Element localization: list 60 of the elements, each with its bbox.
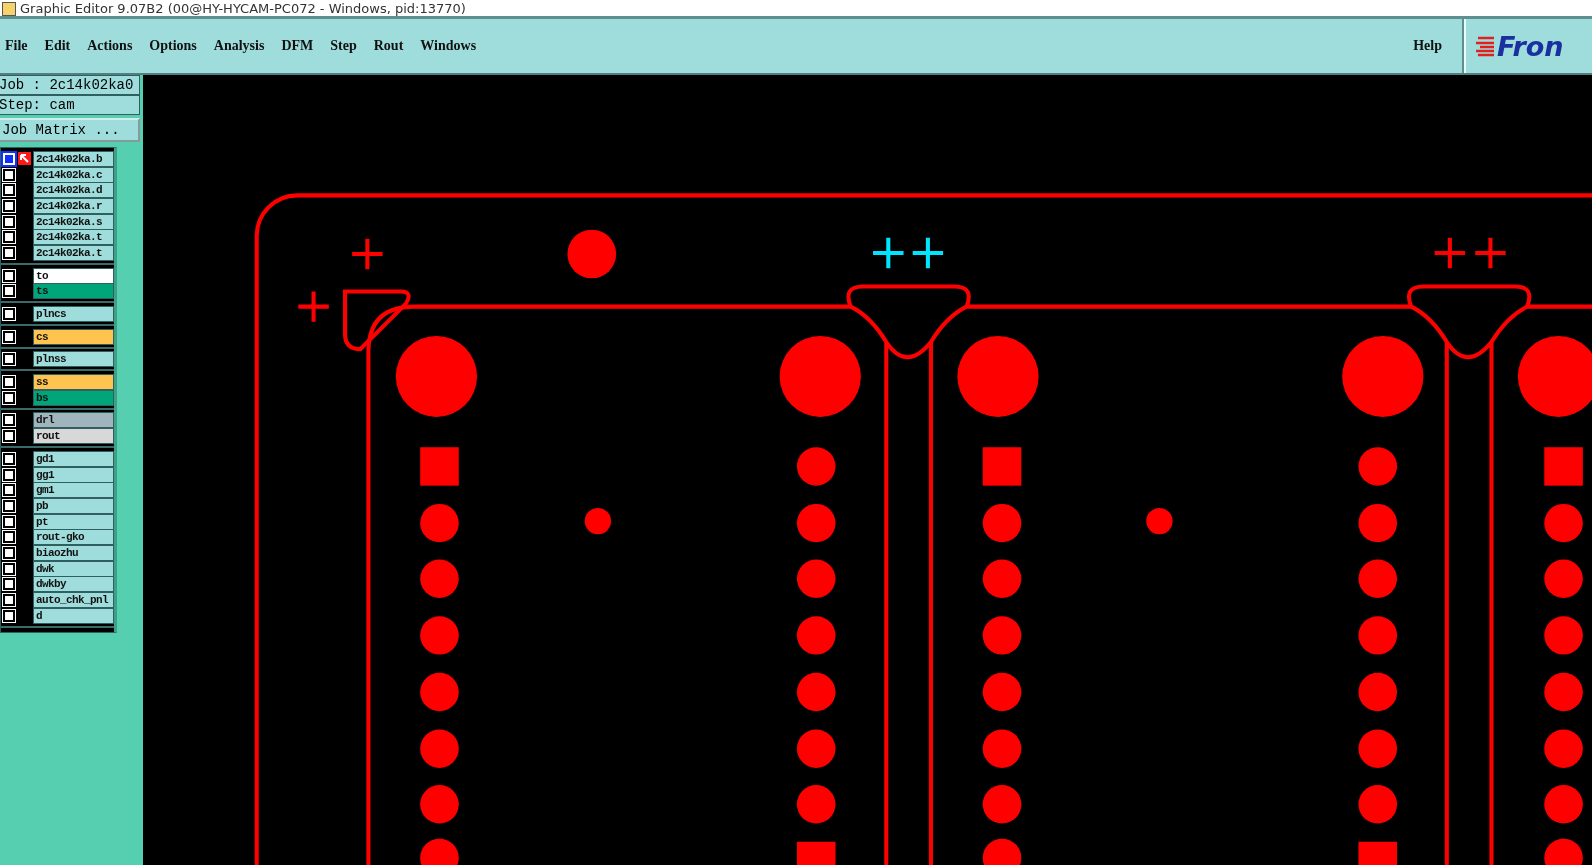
checkbox[interactable]: [3, 269, 15, 282]
menu-item[interactable]: Actions: [86, 36, 149, 56]
window-title: Graphic Editor 9.07B2 (00@HY-HYCAM-PC072 - Windows, pid:13770): [20, 2, 466, 16]
menu-item[interactable]: Step: [329, 36, 373, 56]
checkbox[interactable]: [3, 391, 15, 404]
checkbox[interactable]: [3, 594, 15, 607]
checkbox[interactable]: [3, 246, 15, 259]
checkbox[interactable]: [3, 499, 15, 512]
layer-name[interactable]: dwkby: [33, 576, 114, 593]
layer-name[interactable]: cs: [33, 328, 114, 345]
layer-name[interactable]: plnss: [33, 351, 114, 368]
app-icon: [2, 2, 16, 16]
checkbox[interactable]: [3, 184, 15, 197]
menu-item[interactable]: Options: [148, 36, 213, 56]
job-matrix-button[interactable]: Job Matrix ...: [0, 118, 140, 142]
checkbox[interactable]: [3, 199, 15, 212]
layer-name[interactable]: 2c14k02ka.t: [33, 229, 114, 246]
layer-name[interactable]: rout: [33, 428, 114, 445]
layer-name[interactable]: drl: [33, 412, 114, 429]
checkbox[interactable]: [3, 285, 15, 298]
checkbox[interactable]: [3, 562, 15, 575]
checkbox[interactable]: [3, 484, 15, 497]
layer-name[interactable]: 2c14k02ka.d: [33, 182, 114, 199]
menu-item[interactable]: File: [4, 36, 44, 56]
speed-lines-icon: [1474, 35, 1496, 57]
menu-item[interactable]: Edit: [43, 36, 87, 56]
layer-name[interactable]: ts: [33, 283, 114, 300]
help-menu[interactable]: Help: [1412, 36, 1458, 56]
checkbox[interactable]: [3, 515, 15, 528]
checkbox[interactable]: [3, 330, 15, 343]
checkbox[interactable]: [3, 308, 15, 321]
checkbox[interactable]: [3, 414, 15, 427]
logo: Fron: [1464, 19, 1592, 73]
menu-item[interactable]: Analysis: [212, 36, 281, 56]
layer-name[interactable]: rout-gko: [33, 529, 114, 546]
checkbox[interactable]: [3, 215, 15, 228]
layer-name[interactable]: 2c14k02ka.b: [33, 150, 114, 167]
layer-name[interactable]: plncs: [33, 306, 114, 323]
step-label: Step: cam: [0, 95, 140, 115]
checkbox[interactable]: [3, 578, 15, 591]
layer-name[interactable]: gm1: [33, 482, 114, 499]
job-label: Job : 2c14k02ka0: [0, 75, 140, 95]
checkbox[interactable]: [3, 231, 15, 244]
layer-name[interactable]: gd1: [33, 450, 114, 467]
checkbox[interactable]: [3, 609, 15, 622]
checkbox[interactable]: [3, 353, 15, 366]
menu-item[interactable]: DFM: [280, 36, 330, 56]
checkbox[interactable]: [3, 168, 15, 181]
layer-name[interactable]: auto_chk_pnl: [33, 592, 114, 609]
layer-name[interactable]: ss: [33, 374, 114, 391]
checkbox[interactable]: [3, 468, 15, 481]
checkbox[interactable]: [3, 546, 15, 559]
checkbox[interactable]: [3, 531, 15, 544]
layer-name[interactable]: to: [33, 267, 114, 284]
menu-item[interactable]: Rout: [372, 36, 420, 56]
checkbox[interactable]: [3, 430, 15, 443]
menu-item[interactable]: Windows: [419, 36, 493, 56]
arrow-icon: [17, 152, 31, 166]
checkbox[interactable]: [3, 376, 15, 389]
checkbox[interactable]: [3, 452, 15, 465]
